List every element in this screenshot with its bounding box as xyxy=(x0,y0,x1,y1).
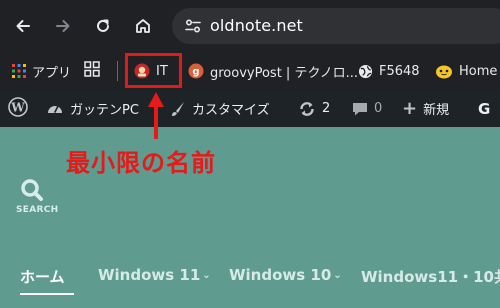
home-button[interactable] xyxy=(130,13,156,39)
new-content-menu[interactable]: + 新規 xyxy=(402,90,449,127)
apps-label: アプリ xyxy=(32,65,72,81)
reload-button[interactable] xyxy=(90,13,116,39)
groovypost-icon: g xyxy=(188,63,204,79)
bookmark-label: groovyPost | テクノロ... xyxy=(210,65,359,81)
forward-button[interactable] xyxy=(50,13,76,39)
annotation-caption: 最小限の名前 xyxy=(66,149,216,177)
annotation-arrow-icon xyxy=(148,92,164,139)
nav-item-windows-11[interactable]: Windows 11 ⌄ xyxy=(98,266,211,284)
paintbrush-icon xyxy=(170,101,186,117)
plus-icon: + xyxy=(402,98,418,119)
forward-arrow-icon xyxy=(56,20,70,32)
updates-refresh-icon xyxy=(298,100,316,118)
comment-bubble-icon xyxy=(352,101,368,117)
nav-label: Windows 10 xyxy=(229,266,332,284)
customize-menu[interactable]: カスタマイズ xyxy=(170,90,270,127)
nav-item-windows11-10[interactable]: Windows11・10共 xyxy=(361,266,500,287)
comments-menu[interactable]: 0 xyxy=(352,90,382,127)
search-icon[interactable] xyxy=(20,178,44,206)
comments-count: 0 xyxy=(374,101,383,116)
site-name-label: ガッテンPC xyxy=(70,103,139,118)
active-nav-underline xyxy=(20,293,74,295)
new-label: 新規 xyxy=(423,103,450,118)
svg-text:g: g xyxy=(192,67,199,78)
updates-menu[interactable]: 2 xyxy=(298,90,330,127)
tab-groups-button[interactable] xyxy=(84,52,100,90)
back-arrow-icon xyxy=(16,20,30,32)
nav-label: Windows 11 xyxy=(98,266,201,284)
nav-label: Windows11・10共 xyxy=(361,268,500,286)
bookmark-f5648[interactable]: F5648 xyxy=(358,52,420,90)
globe-icon xyxy=(358,64,373,79)
apps-grid-icon xyxy=(12,64,26,78)
home-icon xyxy=(136,19,150,33)
admin-extra-menu[interactable]: G xyxy=(478,90,490,127)
bookmark-label: Home xyxy=(459,63,498,79)
site-name-menu[interactable]: ガッテンPC xyxy=(46,90,139,127)
extra-label: G xyxy=(478,99,491,118)
chevron-down-icon: ⌄ xyxy=(333,270,342,281)
site-navigation: ホーム Windows 11 ⌄ Windows 10 ⌄ Windows11・10… xyxy=(0,258,500,292)
updates-count: 2 xyxy=(322,101,331,116)
bookmark-label: F5648 xyxy=(379,63,420,79)
grid-icon xyxy=(84,61,100,81)
back-button[interactable] xyxy=(10,13,36,39)
nav-item-home[interactable]: ホーム xyxy=(20,266,65,287)
bookmark-home[interactable]: Home xyxy=(435,52,497,90)
wp-admin-bar: W ガッテンPC カスタマイズ 2 0 + 新規 G xyxy=(0,90,500,127)
bookmarks-bar: アプリ IT g groovyPost | テクノロ... F5648 Home xyxy=(0,52,500,90)
url-text[interactable]: oldnote.net xyxy=(210,16,303,35)
reload-icon xyxy=(97,19,109,32)
bookmarks-divider xyxy=(117,61,118,81)
browser-toolbar: oldnote.net xyxy=(0,0,500,52)
nav-item-windows-10[interactable]: Windows 10 ⌄ xyxy=(229,266,342,284)
svg-text:W: W xyxy=(10,100,25,114)
dashboard-gauge-icon xyxy=(46,100,64,118)
nav-label: ホーム xyxy=(20,268,65,286)
address-bar[interactable]: oldnote.net xyxy=(172,8,500,44)
customize-label: カスタマイズ xyxy=(192,103,270,118)
search-label[interactable]: SEARCH xyxy=(16,205,58,215)
wp-logo-menu[interactable]: W xyxy=(8,90,28,127)
wordpress-logo-icon: W xyxy=(8,96,28,121)
apps-bookmark[interactable]: アプリ xyxy=(12,52,71,90)
character-face-icon xyxy=(435,63,453,79)
bookmark-groovypost[interactable]: g groovyPost | テクノロ... xyxy=(188,52,358,90)
site-settings-icon[interactable] xyxy=(184,17,202,35)
annotation-highlight-box xyxy=(125,53,182,88)
chevron-down-icon: ⌄ xyxy=(202,270,211,281)
